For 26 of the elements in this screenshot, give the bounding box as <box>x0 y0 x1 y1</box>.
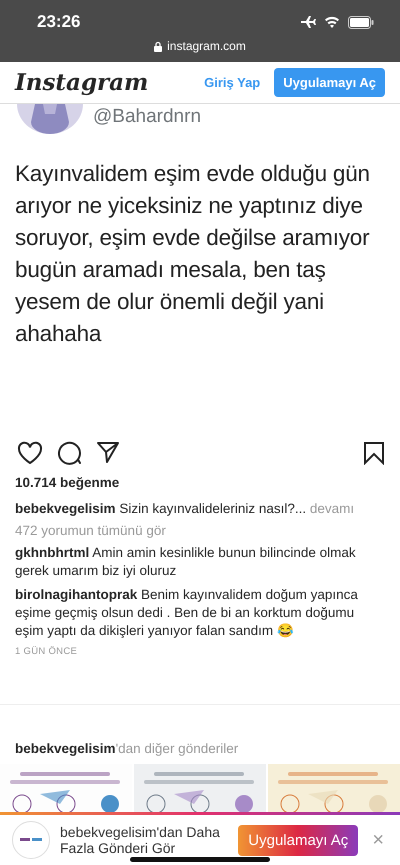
comment-icon[interactable] <box>57 440 82 465</box>
instagram-logo[interactable]: Instagram <box>15 69 204 96</box>
clock: 23:26 <box>37 12 80 32</box>
open-app-button[interactable]: Uygulamayı Aç <box>274 68 385 97</box>
tweet-handle: @Bahardnrn <box>93 106 202 128</box>
airplane-icon <box>300 15 316 29</box>
view-comments-link[interactable]: 472 yorumun tümünü gör <box>15 522 385 540</box>
send-icon[interactable] <box>96 441 120 464</box>
banner-text: bebekvegelisim'dan Daha Fazla Gönderi Gör <box>60 824 221 856</box>
caption-text: bebekvegelisim Sizin kayınvalideleriniz nasıl?... devamı <box>15 500 356 518</box>
login-link[interactable]: Giriş Yap <box>204 75 260 90</box>
more-posts-title: bebekvegelisim'dan diğer gönderiler <box>15 741 240 756</box>
wifi-icon <box>324 16 340 28</box>
lock-icon <box>154 40 162 52</box>
comment-text: gkhnbhrtml Amin amin kesinlikle bunun bilincinde olmak gerek umarım biz iyi oluruz <box>15 544 357 580</box>
url-text[interactable]: instagram.com <box>167 39 246 53</box>
close-button[interactable]: × <box>368 828 388 852</box>
post-time: 1 GÜN ÖNCE <box>15 646 78 657</box>
bookmark-icon[interactable] <box>363 440 385 464</box>
heart-icon[interactable] <box>17 440 43 464</box>
more-link[interactable]: devamı <box>310 501 354 516</box>
likes-count[interactable]: 10.714 beğenme <box>15 475 385 490</box>
tweet-text: Kayınvalidem eşim evde olduğu gün arıyor ne yiceksiniz ne yaptınız diye soruyor, eşim evde değilse aramıyor bugün aramadı mesala, ben taş yesem de olur önemli değil yani ahahaha <box>15 160 371 348</box>
battery-icon <box>348 16 374 28</box>
comment-text: birolnagihantoprak Benim kayınvalidem doğum yapınca eşime geçmiş olsun dedi . Ben de bi an korktum doğumu eşim yaptı da dikişleri yanıyor falan sandım 😂 <box>15 586 359 640</box>
open-app-button[interactable]: Uygulamayı Aç <box>238 824 358 856</box>
